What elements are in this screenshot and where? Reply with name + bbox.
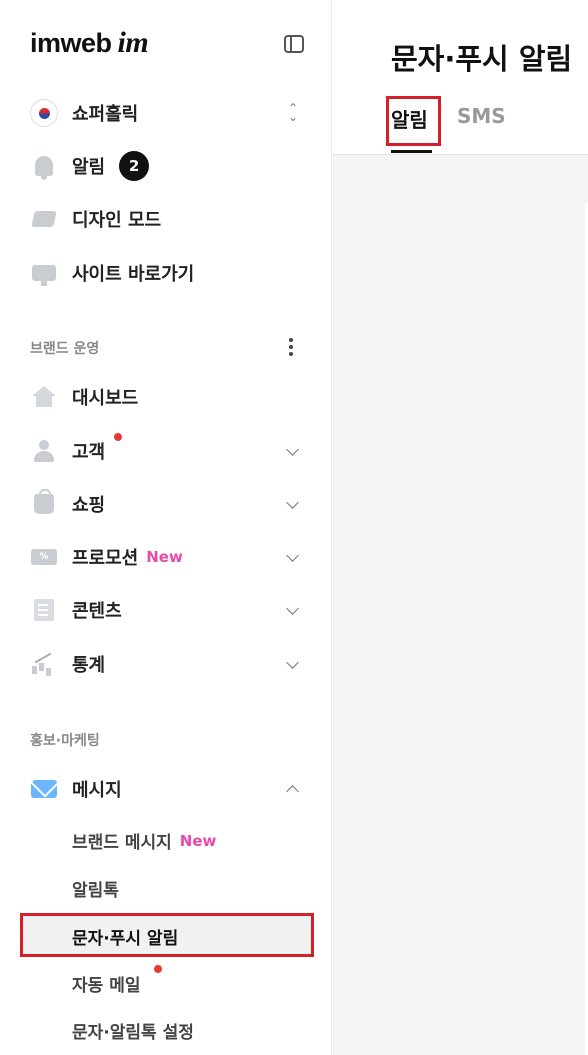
home-icon bbox=[30, 383, 58, 411]
coupon-icon: % bbox=[30, 543, 58, 571]
sidebar-item-shopping[interactable]: 쇼핑 bbox=[30, 489, 105, 519]
sidebar-item-notifications[interactable]: 알림 2 bbox=[30, 151, 150, 181]
notifications-label: 알림 bbox=[72, 157, 106, 178]
customers-alert-dot bbox=[114, 433, 122, 441]
tab-notifications[interactable]: 알림 bbox=[391, 104, 428, 133]
active-tab-underline bbox=[391, 150, 432, 153]
customers-label: 고객 bbox=[72, 442, 106, 463]
person-icon bbox=[30, 437, 58, 465]
auto-mail-alert-dot bbox=[154, 965, 162, 973]
brand-message-label: 브랜드 메시지 bbox=[72, 833, 172, 853]
sidebar-item-promotion[interactable]: % 프로모션 New bbox=[30, 542, 183, 572]
sidebar-subitem-brand-message[interactable]: 브랜드 메시지 New bbox=[72, 828, 217, 854]
sidebar-subitem-message-settings[interactable]: 문자·알림톡 설정 bbox=[72, 1018, 194, 1043]
trend-chart-icon bbox=[30, 650, 58, 678]
auto-mail-label: 자동 메일 bbox=[72, 976, 141, 996]
sms-push-label: 문자·푸시 알림 bbox=[72, 929, 179, 949]
message-label: 메시지 bbox=[72, 780, 122, 801]
message-settings-label: 문자·알림톡 설정 bbox=[72, 1023, 194, 1043]
dashboard-label: 대시보드 bbox=[72, 388, 139, 409]
sidebar-subitem-alimtalk[interactable]: 알림톡 bbox=[72, 876, 119, 901]
tab-sms[interactable]: SMS bbox=[457, 104, 506, 128]
promotion-label: 프로모션 bbox=[72, 548, 139, 569]
chevron-down-icon[interactable] bbox=[286, 549, 299, 562]
shopping-bag-icon bbox=[30, 489, 58, 518]
design-mode-label: 디자인 모드 bbox=[72, 210, 162, 231]
content-label: 콘텐츠 bbox=[72, 601, 122, 622]
sidebar-subitem-auto-mail[interactable]: 자동 메일 bbox=[72, 971, 140, 996]
go-to-site-label: 사이트 바로가기 bbox=[72, 264, 195, 285]
logo-mark: im bbox=[117, 26, 149, 59]
chevron-down-icon[interactable] bbox=[286, 443, 299, 456]
bell-icon bbox=[30, 152, 58, 180]
sidebar-item-message[interactable]: 메시지 bbox=[30, 774, 122, 804]
new-badge: New bbox=[146, 548, 183, 566]
sidebar-item-content[interactable]: 콘텐츠 bbox=[30, 595, 122, 625]
statistics-label: 통계 bbox=[72, 655, 106, 676]
logo-text: imweb bbox=[30, 27, 112, 58]
site-switcher[interactable]: 쇼퍼홀릭 bbox=[30, 98, 138, 128]
section-title-marketing: 홍보·마케팅 bbox=[30, 733, 100, 749]
more-options-icon[interactable] bbox=[289, 338, 293, 359]
chevron-updown-icon[interactable]: ⌃ ⌄ bbox=[288, 102, 298, 123]
chevron-down-icon[interactable] bbox=[286, 496, 299, 509]
site-name: 쇼퍼홀릭 bbox=[72, 104, 139, 125]
notification-count-badge: 2 bbox=[119, 151, 150, 181]
sidebar-item-go-to-site[interactable]: 사이트 바로가기 bbox=[30, 258, 194, 288]
sidebar-collapse-icon[interactable] bbox=[284, 35, 304, 53]
new-badge: New bbox=[179, 831, 217, 850]
document-edit-icon bbox=[30, 596, 58, 624]
sidebar-item-customers[interactable]: 고객 bbox=[30, 436, 105, 466]
page-title: 문자·푸시 알림 bbox=[391, 42, 573, 76]
mail-icon bbox=[30, 775, 58, 803]
section-title-brand-ops: 브랜드 운영 bbox=[30, 341, 100, 357]
main-content: 문자·푸시 알림 알림 SMS bbox=[333, 0, 588, 1055]
chevron-down-icon[interactable] bbox=[286, 602, 299, 615]
korea-flag-icon bbox=[30, 99, 58, 127]
page-header: 문자·푸시 알림 알림 SMS bbox=[333, 0, 588, 155]
sidebar-item-dashboard[interactable]: 대시보드 bbox=[30, 382, 138, 412]
chevron-up-icon[interactable] bbox=[286, 785, 299, 798]
sidebar-subitem-sms-push[interactable]: 문자·푸시 알림 bbox=[72, 924, 178, 949]
imweb-logo[interactable]: imweb im bbox=[30, 26, 149, 60]
sidebar-item-statistics[interactable]: 통계 bbox=[30, 649, 105, 679]
monitor-icon bbox=[30, 259, 58, 287]
brush-icon bbox=[30, 205, 58, 233]
shopping-label: 쇼핑 bbox=[72, 495, 106, 516]
sidebar-item-design-mode[interactable]: 디자인 모드 bbox=[30, 204, 161, 234]
alimtalk-label: 알림톡 bbox=[72, 881, 119, 901]
sidebar: imweb im 쇼퍼홀릭 ⌃ ⌄ 알림 2 디자인 모드 사이트 바로가기 브랜… bbox=[0, 0, 332, 1055]
chevron-down-icon[interactable] bbox=[286, 656, 299, 669]
